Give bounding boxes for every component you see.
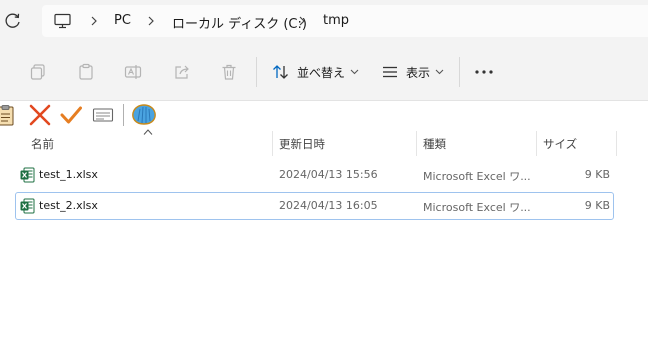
sort-ascending-caret-icon bbox=[143, 129, 153, 135]
extension-separator bbox=[123, 104, 124, 126]
toolbar-separator bbox=[256, 57, 257, 87]
close-icon[interactable] bbox=[29, 104, 51, 126]
file-type: Microsoft Excel ワ... bbox=[423, 201, 531, 214]
column-header-row: 名前 更新日時 種類 サイズ bbox=[0, 129, 648, 156]
view-label: 表示 bbox=[406, 65, 431, 80]
view-button[interactable]: 表示 bbox=[382, 61, 444, 83]
sort-label: 並べ替え bbox=[297, 65, 346, 80]
file-size: 9 KB bbox=[584, 199, 610, 212]
envelope-icon[interactable] bbox=[92, 104, 114, 126]
breadcrumb-tmp[interactable]: tmp bbox=[323, 13, 349, 28]
chevron-right-icon[interactable] bbox=[146, 15, 156, 27]
column-divider[interactable] bbox=[416, 131, 417, 156]
refresh-icon[interactable] bbox=[4, 12, 22, 30]
file-modified-date: 2024/04/13 16:05 bbox=[279, 199, 378, 212]
column-divider[interactable] bbox=[536, 131, 537, 156]
share-icon[interactable] bbox=[173, 63, 191, 81]
column-divider[interactable] bbox=[616, 131, 617, 156]
file-row[interactable]: test_1.xlsx 2024/04/13 15:56 Microsoft E… bbox=[15, 161, 614, 189]
column-header-size[interactable]: サイズ bbox=[543, 136, 577, 152]
address-bar-row: PC ローカル ディスク (C:) tmp bbox=[0, 0, 648, 44]
extension-toolbar bbox=[0, 101, 648, 129]
shell-icon[interactable] bbox=[131, 104, 157, 126]
more-options-icon[interactable] bbox=[474, 70, 494, 74]
file-type: Microsoft Excel ワ... bbox=[423, 170, 531, 183]
delete-icon[interactable] bbox=[220, 63, 238, 81]
chevron-right-icon[interactable] bbox=[89, 15, 99, 27]
column-header-name[interactable]: 名前 bbox=[31, 136, 54, 152]
pc-icon[interactable] bbox=[54, 13, 71, 29]
file-name[interactable]: test_2.xlsx bbox=[39, 199, 98, 212]
excel-file-icon bbox=[20, 167, 35, 183]
file-name[interactable]: test_1.xlsx bbox=[39, 168, 98, 181]
toolbar-separator bbox=[459, 57, 460, 87]
copy-icon[interactable] bbox=[29, 63, 47, 81]
sort-icon bbox=[273, 65, 288, 79]
command-bar: 並べ替え 表示 bbox=[0, 44, 648, 101]
checkmark-icon[interactable] bbox=[60, 104, 82, 126]
column-header-type[interactable]: 種類 bbox=[423, 136, 446, 152]
file-modified-date: 2024/04/13 15:56 bbox=[279, 168, 378, 181]
file-row-selected[interactable]: test_2.xlsx 2024/04/13 16:05 Microsoft E… bbox=[15, 192, 614, 220]
column-divider[interactable] bbox=[272, 131, 273, 156]
rename-icon[interactable] bbox=[124, 63, 142, 81]
view-list-icon bbox=[383, 66, 397, 78]
paste-icon[interactable] bbox=[77, 63, 95, 81]
chevron-down-icon bbox=[350, 69, 359, 75]
breadcrumb-local-disk[interactable]: ローカル ディスク (C:) bbox=[172, 13, 307, 32]
breadcrumb-pc[interactable]: PC bbox=[114, 13, 131, 28]
clipboard-icon[interactable] bbox=[0, 104, 17, 126]
chevron-right-icon[interactable] bbox=[297, 15, 307, 27]
column-header-modified[interactable]: 更新日時 bbox=[279, 136, 325, 152]
file-size: 9 KB bbox=[584, 168, 610, 181]
chevron-down-icon bbox=[435, 69, 444, 75]
sort-button[interactable]: 並べ替え bbox=[272, 61, 359, 83]
address-bar[interactable]: PC ローカル ディスク (C:) tmp bbox=[42, 5, 648, 37]
excel-file-icon bbox=[20, 198, 35, 214]
